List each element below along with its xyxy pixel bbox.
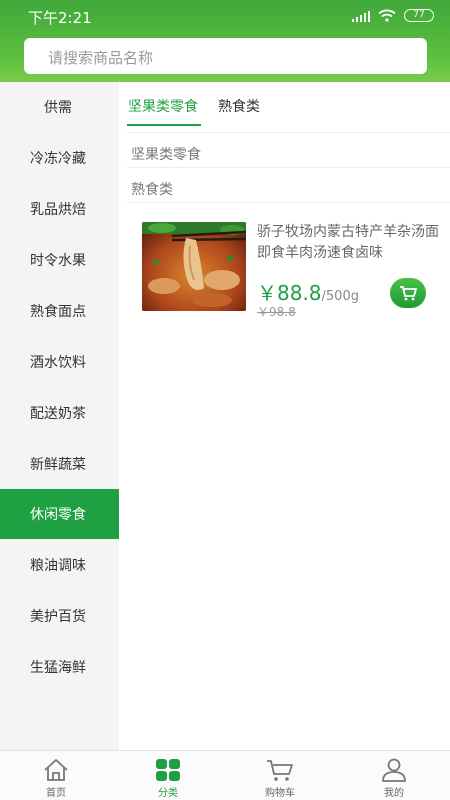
user-icon bbox=[380, 757, 408, 783]
tab-cart[interactable]: 购物车 bbox=[224, 751, 336, 800]
section-title-nut-snacks: 坚果类零食 bbox=[131, 147, 201, 163]
status-icons: 77 bbox=[352, 9, 434, 22]
header: 下午2:21 77 请搜索商品名称 bbox=[0, 0, 450, 82]
sidebar-item-label: 生猛海鲜 bbox=[30, 660, 86, 676]
price-unit: /500g bbox=[321, 289, 359, 304]
product-photo bbox=[142, 222, 246, 311]
tab-profile[interactable]: 我的 bbox=[338, 751, 450, 800]
sidebar-item-beauty-goods[interactable]: 美护百货 bbox=[0, 591, 119, 641]
sidebar-item-label: 供需 bbox=[44, 100, 72, 116]
price-value: ￥88.8 bbox=[257, 281, 322, 305]
sidebar-item-label: 熟食面点 bbox=[30, 304, 86, 320]
tab-label: 购物车 bbox=[265, 788, 295, 799]
sidebar-item-snacks[interactable]: 休闲零食 bbox=[0, 489, 119, 539]
sidebar-item-grain-oil[interactable]: 粮油调味 bbox=[0, 540, 119, 590]
tab-label: 首页 bbox=[46, 788, 66, 799]
sidebar-item-supply[interactable]: 供需 bbox=[0, 82, 119, 132]
sidebar-item-label: 时令水果 bbox=[30, 253, 86, 269]
product-image[interactable] bbox=[142, 222, 246, 311]
section-title-cooked-food: 熟食类 bbox=[131, 182, 173, 198]
tab-home[interactable]: 首页 bbox=[0, 751, 112, 800]
cart-icon bbox=[400, 286, 417, 301]
bottom-tab-bar: 首页 分类 购物车 我的 bbox=[0, 750, 450, 800]
sidebar-item-frozen[interactable]: 冷冻冷藏 bbox=[0, 133, 119, 183]
tab-category[interactable]: 分类 bbox=[112, 751, 224, 800]
category-sidebar: 供需 冷冻冷藏 乳品烘焙 时令水果 熟食面点 酒水饮料 配送奶茶 新鲜蔬菜 休闲… bbox=[0, 82, 119, 750]
cart-icon bbox=[266, 757, 294, 783]
sidebar-item-seafood[interactable]: 生猛海鲜 bbox=[0, 642, 119, 692]
divider bbox=[127, 167, 450, 168]
divider bbox=[127, 202, 450, 203]
original-price: ￥98.8 bbox=[257, 305, 296, 319]
tab-label: 分类 bbox=[158, 788, 178, 799]
home-icon bbox=[42, 757, 70, 783]
product-panel: 坚果类零食 熟食类 坚果类零食 熟食类 骄子牧场内蒙古特产羊杂汤面即食羊肉汤速食… bbox=[119, 82, 450, 750]
sidebar-item-label: 酒水饮料 bbox=[30, 355, 86, 371]
tab-nut-snacks[interactable]: 坚果类零食 bbox=[128, 96, 198, 116]
tab-label: 我的 bbox=[384, 788, 404, 799]
sidebar-item-label: 冷冻冷藏 bbox=[30, 151, 86, 167]
sidebar-item-label: 乳品烘焙 bbox=[30, 202, 86, 218]
status-time: 下午2:21 bbox=[28, 9, 92, 27]
sidebar-item-label: 配送奶茶 bbox=[30, 406, 86, 422]
sidebar-item-label: 休闲零食 bbox=[30, 507, 86, 523]
search-input[interactable]: 请搜索商品名称 bbox=[24, 38, 427, 74]
wifi-icon bbox=[378, 9, 396, 22]
product-name[interactable]: 骄子牧场内蒙古特产羊杂汤面即食羊肉汤速食卤味 bbox=[257, 222, 439, 264]
sidebar-item-milk-tea[interactable]: 配送奶茶 bbox=[0, 388, 119, 438]
status-bar: 下午2:21 77 bbox=[0, 0, 450, 32]
sidebar-item-vegetables[interactable]: 新鲜蔬菜 bbox=[0, 439, 119, 489]
battery-icon: 77 bbox=[404, 9, 434, 22]
sidebar-item-deli[interactable]: 熟食面点 bbox=[0, 286, 119, 336]
divider bbox=[127, 132, 450, 133]
sidebar-item-label: 新鲜蔬菜 bbox=[30, 457, 86, 473]
tab-cooked-food[interactable]: 熟食类 bbox=[218, 96, 260, 116]
active-tab-indicator bbox=[127, 124, 201, 126]
sidebar-item-label: 粮油调味 bbox=[30, 558, 86, 574]
signal-icon bbox=[352, 10, 370, 22]
add-to-cart-button[interactable] bbox=[390, 278, 426, 308]
category-icon bbox=[154, 757, 182, 783]
sidebar-item-fruit[interactable]: 时令水果 bbox=[0, 235, 119, 285]
sidebar-item-dairy-bakery[interactable]: 乳品烘焙 bbox=[0, 184, 119, 234]
sidebar-item-label: 美护百货 bbox=[30, 609, 86, 625]
search-placeholder: 请搜索商品名称 bbox=[48, 49, 154, 67]
sidebar-item-drinks[interactable]: 酒水饮料 bbox=[0, 337, 119, 387]
product-price: ￥88.8/500g bbox=[257, 277, 359, 306]
